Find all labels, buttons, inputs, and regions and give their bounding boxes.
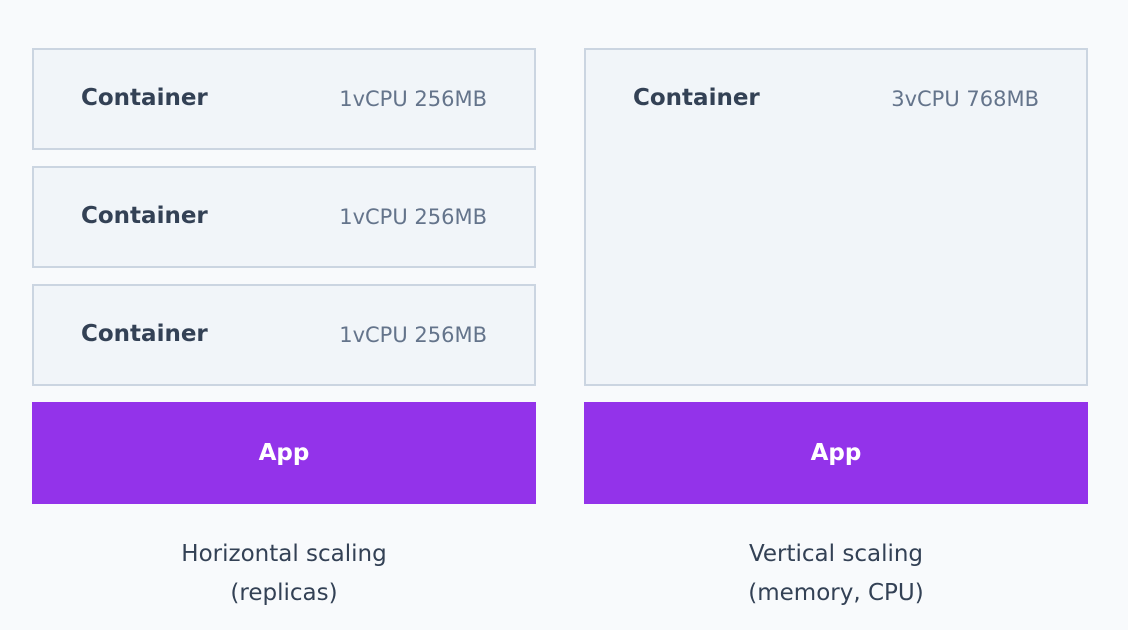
container-label: Container [633,85,760,111]
caption-line-1: Vertical scaling [748,541,924,567]
caption-line-2: (replicas) [230,580,338,606]
container-label: Container [81,203,208,229]
container-spec: 3vCPU 768MB [891,87,1039,111]
vertical-caption: Vertical scaling (memory, CPU) [584,535,1088,613]
container-spec: 1vCPU 256MB [339,205,487,229]
caption-line-2: (memory, CPU) [748,580,924,606]
caption-line-1: Horizontal scaling [181,541,387,567]
horizontal-caption: Horizontal scaling (replicas) [32,535,536,613]
container-spec: 1vCPU 256MB [339,87,487,111]
container-label: Container [81,85,208,111]
vertical-container: Container 3vCPU 768MB [584,48,1088,386]
container-spec: 1vCPU 256MB [339,323,487,347]
vertical-app: App [584,402,1088,504]
container-label: Container [81,321,208,347]
horizontal-container-1: Container 1vCPU 256MB [32,48,536,150]
horizontal-container-2: Container 1vCPU 256MB [32,166,536,268]
horizontal-container-3: Container 1vCPU 256MB [32,284,536,386]
horizontal-app: App [32,402,536,504]
